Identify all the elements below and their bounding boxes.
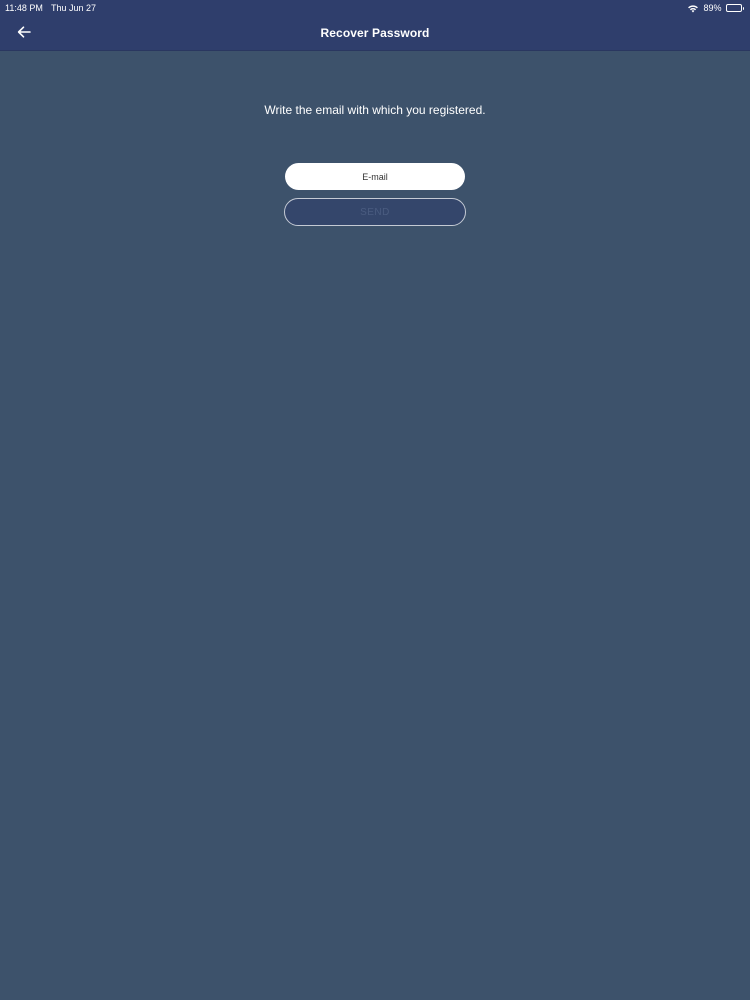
status-right: 89% (687, 3, 744, 13)
instruction-text: Write the email with which you registere… (264, 103, 486, 117)
email-field[interactable] (285, 163, 465, 190)
status-date: Thu Jun 27 (51, 3, 97, 13)
status-bar: 11:48 PM Thu Jun 27 89% (0, 0, 750, 16)
battery-icon (725, 4, 744, 12)
wifi-icon (687, 4, 699, 13)
send-button[interactable]: SEND (284, 198, 466, 226)
status-time: 11:48 PM (5, 3, 43, 13)
page-title: Recover Password (320, 26, 430, 40)
nav-bar: Recover Password (0, 16, 750, 51)
battery-percentage: 89% (703, 3, 722, 13)
app-header: 11:48 PM Thu Jun 27 89% Recover Password (0, 0, 750, 51)
